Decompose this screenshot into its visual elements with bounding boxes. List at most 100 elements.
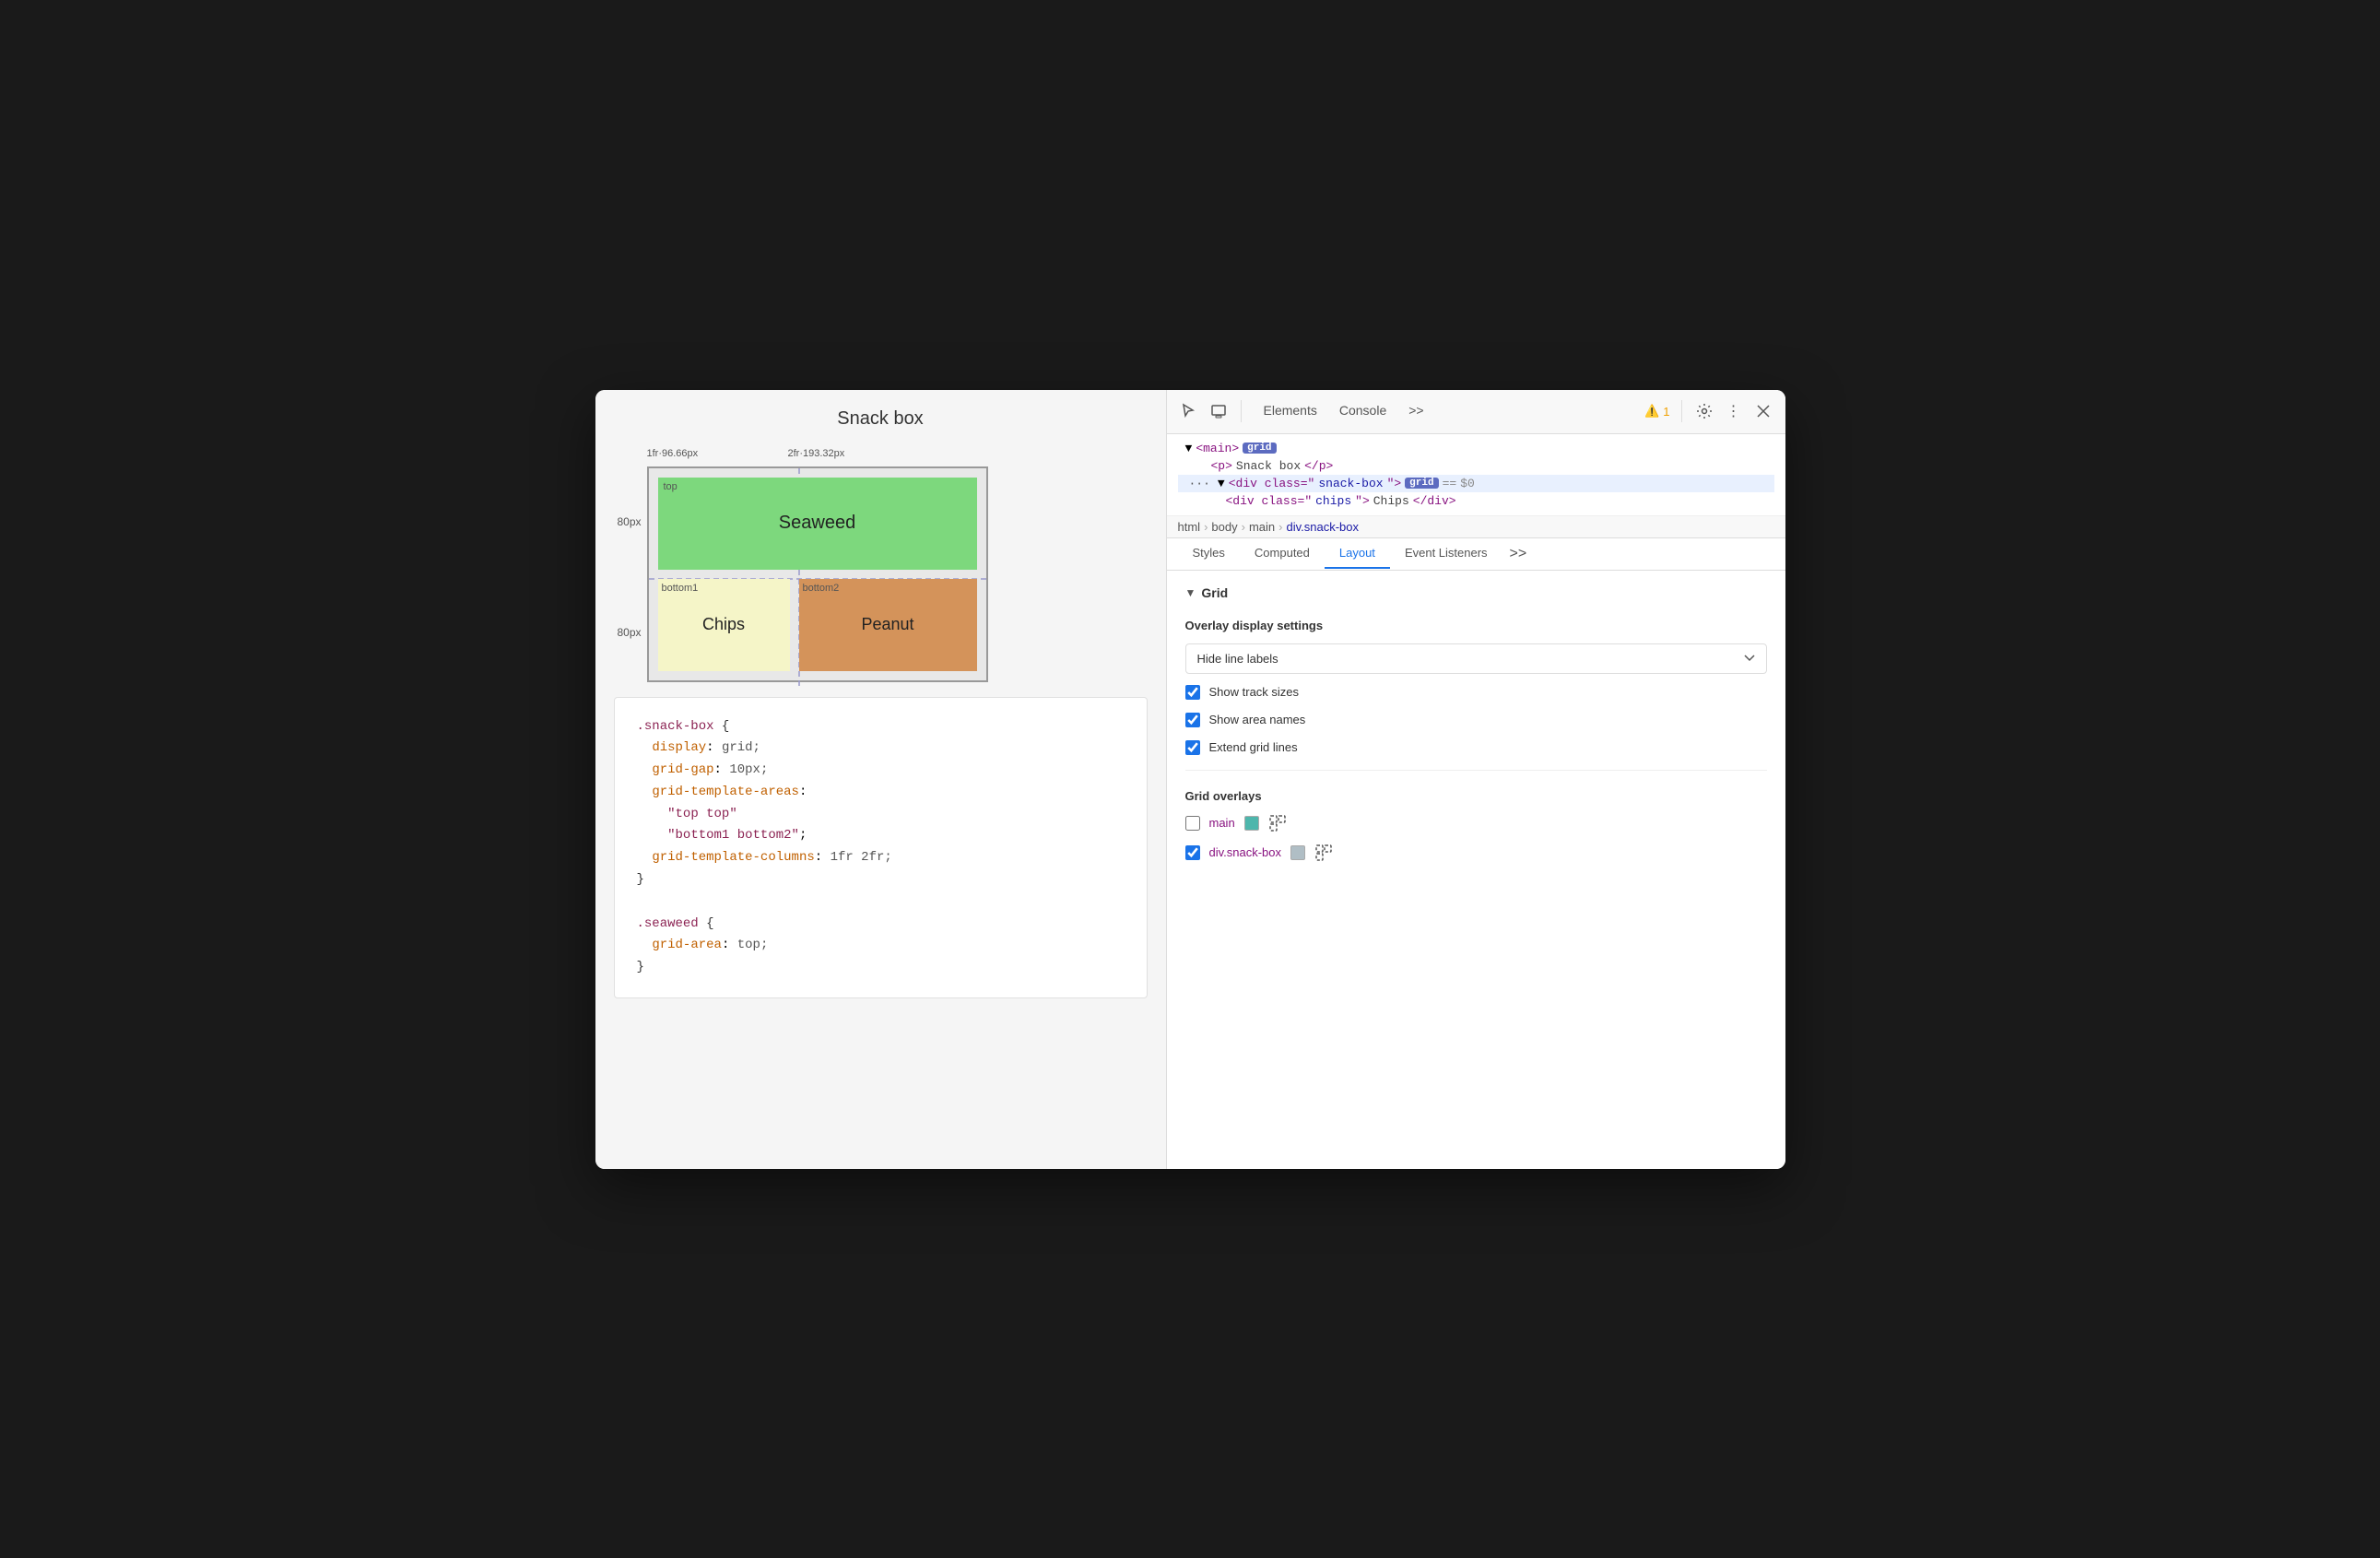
- overlay-snackbox-row: div.snack-box: [1185, 844, 1767, 862]
- dom-badge-main: grid: [1243, 443, 1276, 454]
- overlay-snackbox-checkbox[interactable]: [1185, 845, 1200, 860]
- grid-column-labels: 1fr·96.66px 2fr·193.32px: [647, 448, 1016, 459]
- dom-tag-p-close: </p>: [1304, 459, 1333, 473]
- col2-label: 2fr·193.32px: [788, 448, 845, 459]
- overlay-snackbox-label: div.snack-box: [1209, 845, 1282, 859]
- code-prop-display: display: [652, 740, 706, 755]
- browser-window: Snack box 1fr·96.66px 2fr·193.32px 80px …: [595, 390, 1785, 1169]
- code-selector2: .seaweed: [637, 916, 699, 931]
- code-selector1: .snack-box: [637, 719, 714, 734]
- overlay-snackbox-color[interactable]: [1290, 845, 1305, 860]
- code-val-areas1: "top top": [667, 807, 737, 821]
- layout-panel: ▼ Grid Overlay display settings Hide lin…: [1167, 571, 1785, 1169]
- track-sizes-label: Show track sizes: [1209, 685, 1300, 699]
- area-names-checkbox[interactable]: [1185, 713, 1200, 727]
- col1-label: 1fr·96.66px: [647, 448, 779, 459]
- extend-lines-checkbox[interactable]: [1185, 740, 1200, 755]
- dom-badge-snackbox: grid: [1405, 478, 1438, 489]
- area-names-label: Show area names: [1209, 713, 1306, 726]
- grid-chevron: ▼: [1185, 586, 1196, 599]
- dom-line-snackbox[interactable]: ··· ▼ <div class="snack-box"> grid == $0: [1178, 475, 1774, 492]
- toolbar-separator-1: [1241, 400, 1242, 422]
- overlay-main-color[interactable]: [1244, 816, 1259, 831]
- snack-box-title: Snack box: [614, 408, 1148, 430]
- code-val-areas2: "bottom1 bottom2": [667, 828, 799, 843]
- breadcrumb-snackbox[interactable]: div.snack-box: [1286, 520, 1359, 534]
- code-val-cols: 1fr 2fr;: [831, 850, 892, 865]
- divider-1: [1185, 770, 1767, 771]
- tab-layout[interactable]: Layout: [1325, 538, 1390, 569]
- dom-eq: ==: [1443, 477, 1457, 490]
- tab-more[interactable]: >>: [1397, 390, 1434, 433]
- overlay-main-checkbox[interactable]: [1185, 816, 1200, 831]
- track-sizes-checkbox[interactable]: [1185, 685, 1200, 700]
- code-block: .snack-box { display: grid; grid-gap: 10…: [614, 697, 1148, 999]
- code-val-display: grid;: [722, 740, 760, 755]
- tabs-bar: Styles Computed Layout Event Listeners >…: [1167, 538, 1785, 571]
- dom-tag-chips: <div class=": [1226, 494, 1313, 508]
- code-val-area: top;: [737, 938, 769, 952]
- extend-lines-label: Extend grid lines: [1209, 740, 1298, 754]
- row1-label: 80px: [614, 515, 642, 528]
- more-options-icon[interactable]: ⋮: [1723, 400, 1745, 422]
- dom-tag-div-snackbox: <div class=": [1229, 477, 1315, 490]
- area-top-label: Seaweed: [779, 513, 855, 534]
- dom-text-p: Snack box: [1236, 459, 1301, 473]
- tabs-more-button[interactable]: >>: [1502, 538, 1535, 570]
- warning-badge[interactable]: ⚠️ 1: [1644, 404, 1669, 419]
- grid-overlays-title: Grid overlays: [1185, 789, 1767, 803]
- overlay-main-icon: [1268, 814, 1287, 832]
- tab-event-listeners[interactable]: Event Listeners: [1390, 538, 1502, 569]
- dom-tag-p: <p>: [1211, 459, 1232, 473]
- dropdown-row: Hide line labels Show line numbers Show …: [1185, 643, 1767, 674]
- dom-tag-main: <main>: [1196, 442, 1239, 455]
- line-labels-dropdown[interactable]: Hide line labels Show line numbers Show …: [1185, 643, 1767, 674]
- devtools-main-tabs: Elements Console >>: [1253, 390, 1435, 433]
- code-prop-cols: grid-template-columns: [652, 850, 814, 865]
- breadcrumb-main[interactable]: main: [1249, 520, 1275, 534]
- three-dot-icon: ⋮: [1726, 402, 1741, 420]
- overlay-main-label: main: [1209, 816, 1235, 830]
- dom-dollar: $0: [1460, 477, 1475, 490]
- device-icon[interactable]: [1208, 400, 1230, 422]
- grid-box: Seaweed Chips Peanut: [647, 466, 988, 682]
- code-val-gap: 10px;: [729, 762, 768, 777]
- left-panel: Snack box 1fr·96.66px 2fr·193.32px 80px …: [595, 390, 1167, 1169]
- dom-line-chips: <div class="chips"> Chips </div>: [1178, 492, 1774, 510]
- settings-icon[interactable]: [1693, 400, 1715, 422]
- area-peanut: Peanut: [799, 579, 977, 671]
- code-prop-areas: grid-template-areas: [652, 785, 799, 799]
- area-seaweed: Seaweed: [658, 478, 977, 570]
- grid-title-label: Grid: [1201, 585, 1228, 600]
- dom-text-chips: Chips: [1373, 494, 1409, 508]
- area-chips: Chips: [658, 579, 790, 671]
- tab-computed[interactable]: Computed: [1240, 538, 1325, 569]
- breadcrumb: html › body › main › div.snack-box: [1167, 516, 1785, 538]
- cursor-icon[interactable]: [1178, 400, 1200, 422]
- close-icon[interactable]: [1752, 400, 1774, 422]
- overlay-snackbox-icon: [1314, 844, 1333, 862]
- toolbar-separator-2: [1681, 400, 1682, 422]
- extend-lines-row: Extend grid lines: [1185, 740, 1767, 755]
- row2-label: 80px: [614, 626, 642, 639]
- devtools-toolbar: Elements Console >> ⚠️ 1 ⋮: [1167, 390, 1785, 434]
- breadcrumb-body[interactable]: body: [1211, 520, 1237, 534]
- overlay-settings-title: Overlay display settings: [1185, 619, 1767, 632]
- dom-attr-snackbox: snack-box: [1318, 477, 1383, 490]
- overlay-main-row: main: [1185, 814, 1767, 832]
- tab-styles[interactable]: Styles: [1178, 538, 1240, 569]
- warning-icon: ⚠️: [1644, 404, 1659, 419]
- tab-elements[interactable]: Elements: [1253, 390, 1328, 433]
- dom-line-p: <p> Snack box </p>: [1178, 457, 1774, 475]
- area-peanut-label: Peanut: [861, 615, 913, 634]
- dom-tree: ▼ <main> grid <p> Snack box </p> ··· ▼ <…: [1167, 434, 1785, 516]
- code-prop-gap: grid-gap: [652, 762, 713, 777]
- grid-row-labels: 80px 80px: [614, 466, 642, 688]
- breadcrumb-html[interactable]: html: [1178, 520, 1201, 534]
- area-names-row: Show area names: [1185, 713, 1767, 727]
- dom-attr-chips: chips: [1315, 494, 1351, 508]
- grid-section-title: ▼ Grid: [1185, 585, 1767, 600]
- area-chips-label: Chips: [702, 615, 745, 634]
- tab-console[interactable]: Console: [1328, 390, 1397, 433]
- track-sizes-row: Show track sizes: [1185, 685, 1767, 700]
